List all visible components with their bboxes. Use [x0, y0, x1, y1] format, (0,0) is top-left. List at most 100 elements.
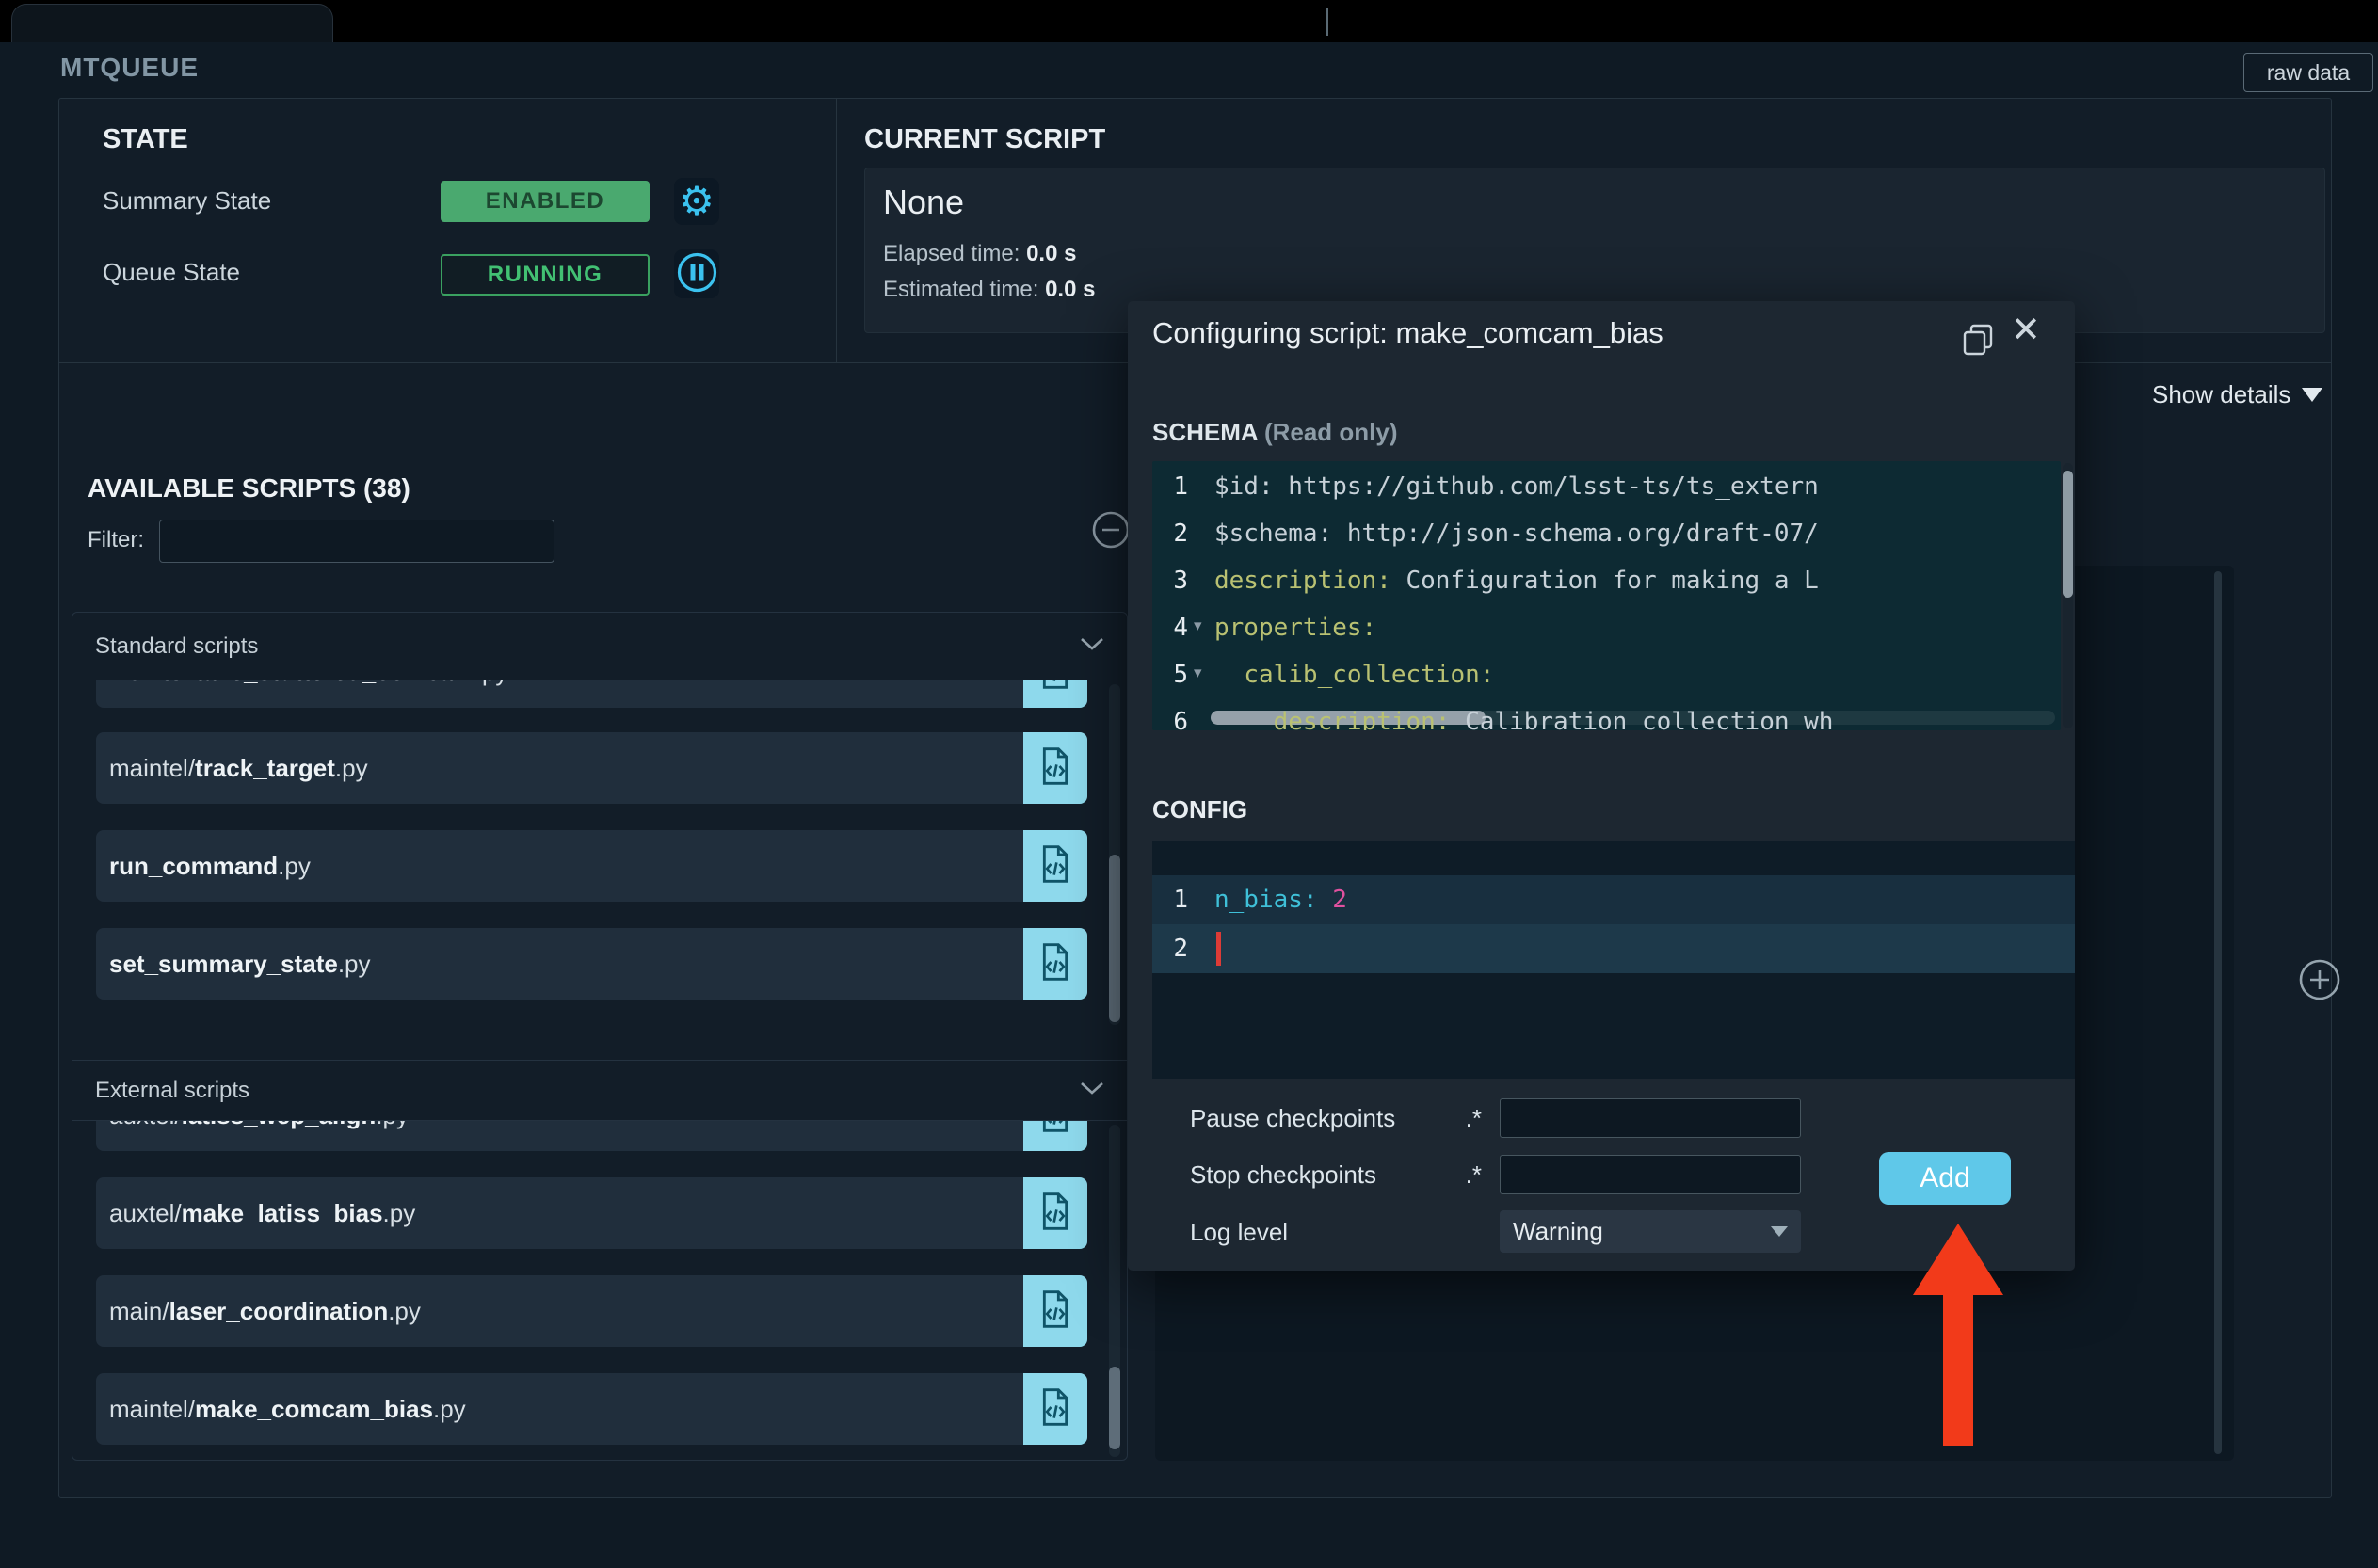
available-scripts-list: Standard scripts maintel/take_stuttered_… — [72, 612, 1128, 1461]
line-number: 6 — [1173, 708, 1188, 730]
log-level-select[interactable]: Warning — [1500, 1210, 1801, 1253]
code-text: description: Calibration collection wh — [1273, 708, 1834, 730]
launch-script-button[interactable] — [1023, 830, 1087, 902]
summary-state-settings-button[interactable]: ⚙ — [674, 178, 719, 225]
external-scripts-viewport: auxtel/latiss_wep_align.py auxtel/make_la… — [72, 1121, 1127, 1461]
show-details-label: Show details — [2152, 380, 2291, 408]
gear-icon: ⚙ — [679, 178, 715, 224]
queue-scrollbar[interactable] — [2214, 571, 2222, 1454]
queue-state-badge: RUNNING — [441, 254, 650, 296]
standard-scripts-viewport: maintel/take_stuttered_comcam.py maintel/… — [72, 680, 1127, 1029]
code-line: 1 $id: https://github.com/lsst-ts/ts_exte… — [1152, 463, 2061, 510]
close-icon[interactable]: ✕ — [2011, 309, 2041, 350]
show-details-toggle[interactable]: Show details — [2152, 380, 2323, 409]
copy-icon — [1960, 324, 1996, 360]
line-number: 5 — [1173, 661, 1188, 689]
expand-panel-button[interactable] — [2297, 957, 2342, 1005]
script-name: auxtel/make_latiss_bias .py — [96, 1177, 1023, 1249]
script-file-icon — [1036, 680, 1074, 696]
line-number: 1 — [1173, 472, 1188, 501]
schema-readonly-label: (Read only) — [1263, 418, 1398, 446]
filter-label: Filter: — [88, 527, 144, 552]
script-file-icon — [1036, 1385, 1074, 1433]
url-caret — [1326, 8, 1328, 36]
line-number: 2 — [1173, 935, 1188, 963]
chevron-down-icon — [2302, 388, 2323, 402]
code-line: 4 ▾ properties: — [1152, 604, 2061, 651]
launch-script-button[interactable] — [1023, 732, 1087, 804]
minus-circle-icon — [1090, 511, 1132, 553]
script-name: maintel/make_comcam_bias .py — [96, 1373, 1023, 1445]
code-text: $id: https://github.com/lsst-ts/ts_exter… — [1214, 472, 1819, 501]
log-level-label: Log level — [1190, 1218, 1289, 1246]
code-line: 2 — [1152, 924, 2075, 973]
code-text: calib_collection: — [1244, 661, 1495, 689]
launch-script-button[interactable] — [1023, 1177, 1087, 1249]
pause-checkpoints-input[interactable] — [1500, 1098, 1801, 1138]
script-row[interactable]: set_summary_state .py — [96, 928, 1087, 1000]
code-text: description: Configuration for making a … — [1214, 567, 1819, 595]
launch-script-button[interactable] — [1023, 1275, 1087, 1347]
log-level-value: Warning — [1513, 1217, 1603, 1245]
code-line: 3 description: Configuration for making a… — [1152, 557, 2061, 604]
plus-circle-icon — [2297, 959, 2342, 1005]
estimated-time: Estimated time: 0.0 s — [883, 277, 1096, 302]
script-row[interactable]: maintel/track_target .py — [96, 732, 1087, 804]
modal-title: Configuring script: make_comcam_bias — [1152, 316, 1663, 349]
script-row[interactable]: auxtel/latiss_wep_align.py — [96, 1121, 1087, 1151]
chevron-down-icon — [1080, 637, 1104, 656]
pause-checkpoints-label: Pause checkpoints .* — [1190, 1104, 1482, 1132]
stop-checkpoints-label: Stop checkpoints .* — [1190, 1160, 1482, 1189]
launch-script-button[interactable] — [1023, 1373, 1087, 1445]
current-script-title: CURRENT SCRIPT — [864, 124, 1106, 154]
copy-config-button[interactable] — [1960, 322, 1996, 360]
launch-script-button[interactable] — [1023, 928, 1087, 1000]
fold-caret-icon[interactable]: ▾ — [1194, 602, 1202, 649]
config-heading: CONFIG — [1152, 795, 1248, 824]
script-file-icon — [1036, 1121, 1074, 1140]
script-name: set_summary_state .py — [96, 928, 1023, 1000]
script-row[interactable]: maintel/take_stuttered_comcam.py — [96, 680, 1087, 708]
code-line: 2 $schema: http://json-schema.org/draft-0… — [1152, 510, 2061, 557]
config-editor[interactable]: 1 n_bias: 2 2 — [1152, 841, 2075, 1079]
group-header-external[interactable]: External scripts — [72, 1060, 1127, 1121]
code-text: $schema: http://json-schema.org/draft-07… — [1214, 520, 1819, 548]
stop-checkpoints-input[interactable] — [1500, 1155, 1801, 1194]
script-name: main/laser_coordination .py — [96, 1275, 1023, 1347]
code-line: 1 n_bias: 2 — [1152, 875, 2075, 924]
schema-label: SCHEMA — [1152, 418, 1258, 446]
script-name: auxtel/latiss_wep_align.py — [96, 1121, 1023, 1151]
line-number: 4 — [1173, 614, 1188, 642]
raw-data-button[interactable]: raw data — [2243, 53, 2373, 92]
scrollbar-thumb[interactable] — [1109, 1367, 1120, 1449]
group-label: Standard scripts — [95, 632, 259, 659]
available-scripts-title: AVAILABLE SCRIPTS (38) — [88, 473, 410, 503]
fold-caret-icon[interactable]: ▾ — [1194, 649, 1202, 696]
collapse-queue-button[interactable] — [1090, 509, 1132, 553]
line-number: 2 — [1173, 520, 1188, 548]
code-text: properties: — [1214, 614, 1377, 642]
script-row[interactable]: auxtel/make_latiss_bias .py — [96, 1177, 1087, 1249]
group-header-standard[interactable]: Standard scripts — [72, 613, 1127, 680]
schema-vscroll-thumb[interactable] — [2063, 471, 2073, 598]
script-file-icon — [1036, 940, 1074, 988]
pause-icon — [676, 251, 718, 296]
browser-tab[interactable] — [11, 4, 333, 42]
scrollbar-thumb[interactable] — [1109, 855, 1120, 1022]
script-name: run_command .py — [96, 830, 1023, 902]
script-file-icon — [1036, 744, 1074, 792]
script-file-icon — [1036, 1288, 1074, 1336]
code-line: 6 description: Calibration collection wh — [1152, 698, 2061, 730]
script-row[interactable]: main/laser_coordination .py — [96, 1275, 1087, 1347]
browser-strip — [0, 0, 2378, 42]
script-row[interactable]: maintel/make_comcam_bias .py — [96, 1373, 1087, 1445]
pause-queue-button[interactable] — [674, 249, 719, 298]
script-row[interactable]: run_command .py — [96, 830, 1087, 902]
script-file-icon — [1036, 1190, 1074, 1238]
launch-script-button[interactable] — [1023, 1121, 1087, 1151]
schema-heading: SCHEMA (Read only) — [1152, 418, 1398, 447]
launch-script-button[interactable] — [1023, 680, 1087, 708]
filter-input[interactable] — [159, 520, 554, 563]
annotation-arrow — [1913, 1224, 2003, 1446]
add-button[interactable]: Add — [1879, 1152, 2011, 1205]
